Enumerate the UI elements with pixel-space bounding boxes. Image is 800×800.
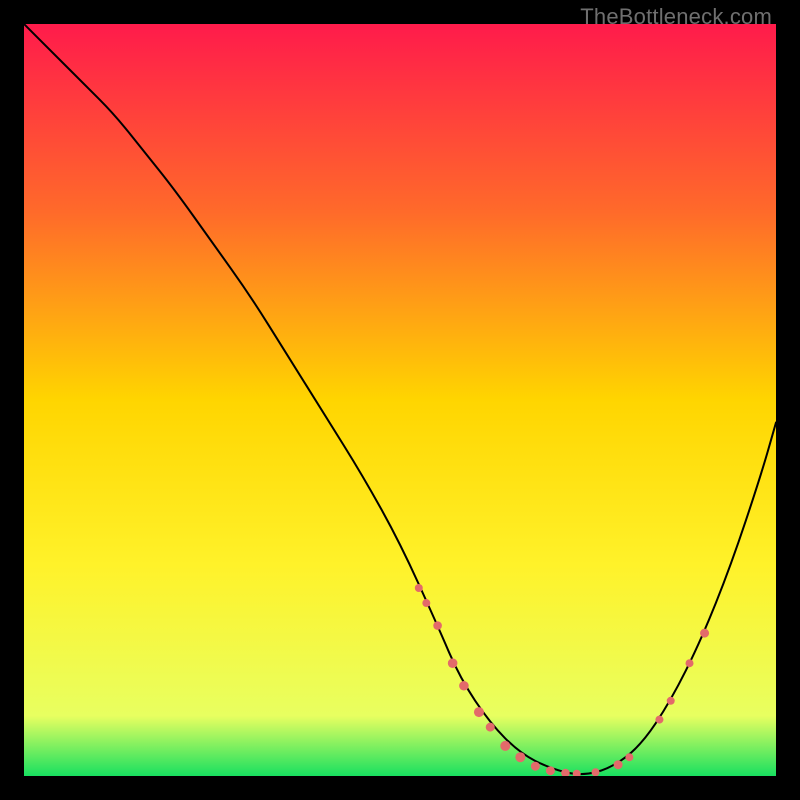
curve-marker [700,629,709,638]
curve-marker [667,697,675,705]
curve-marker [486,723,495,732]
curve-marker [433,621,442,630]
curve-marker [546,766,555,775]
gradient-background [24,24,776,776]
curve-marker [686,659,694,667]
curve-marker [415,584,423,592]
bottleneck-chart [24,24,776,776]
curve-marker [531,762,540,771]
curve-marker [625,753,633,761]
curve-marker [459,681,469,691]
curve-marker [500,741,510,751]
curve-marker [592,768,600,776]
curve-marker [474,707,484,717]
chart-frame [24,24,776,776]
curve-marker [515,752,525,762]
curve-marker [448,658,458,668]
curve-marker [655,716,663,724]
curve-marker [422,599,430,607]
curve-marker [614,760,623,769]
